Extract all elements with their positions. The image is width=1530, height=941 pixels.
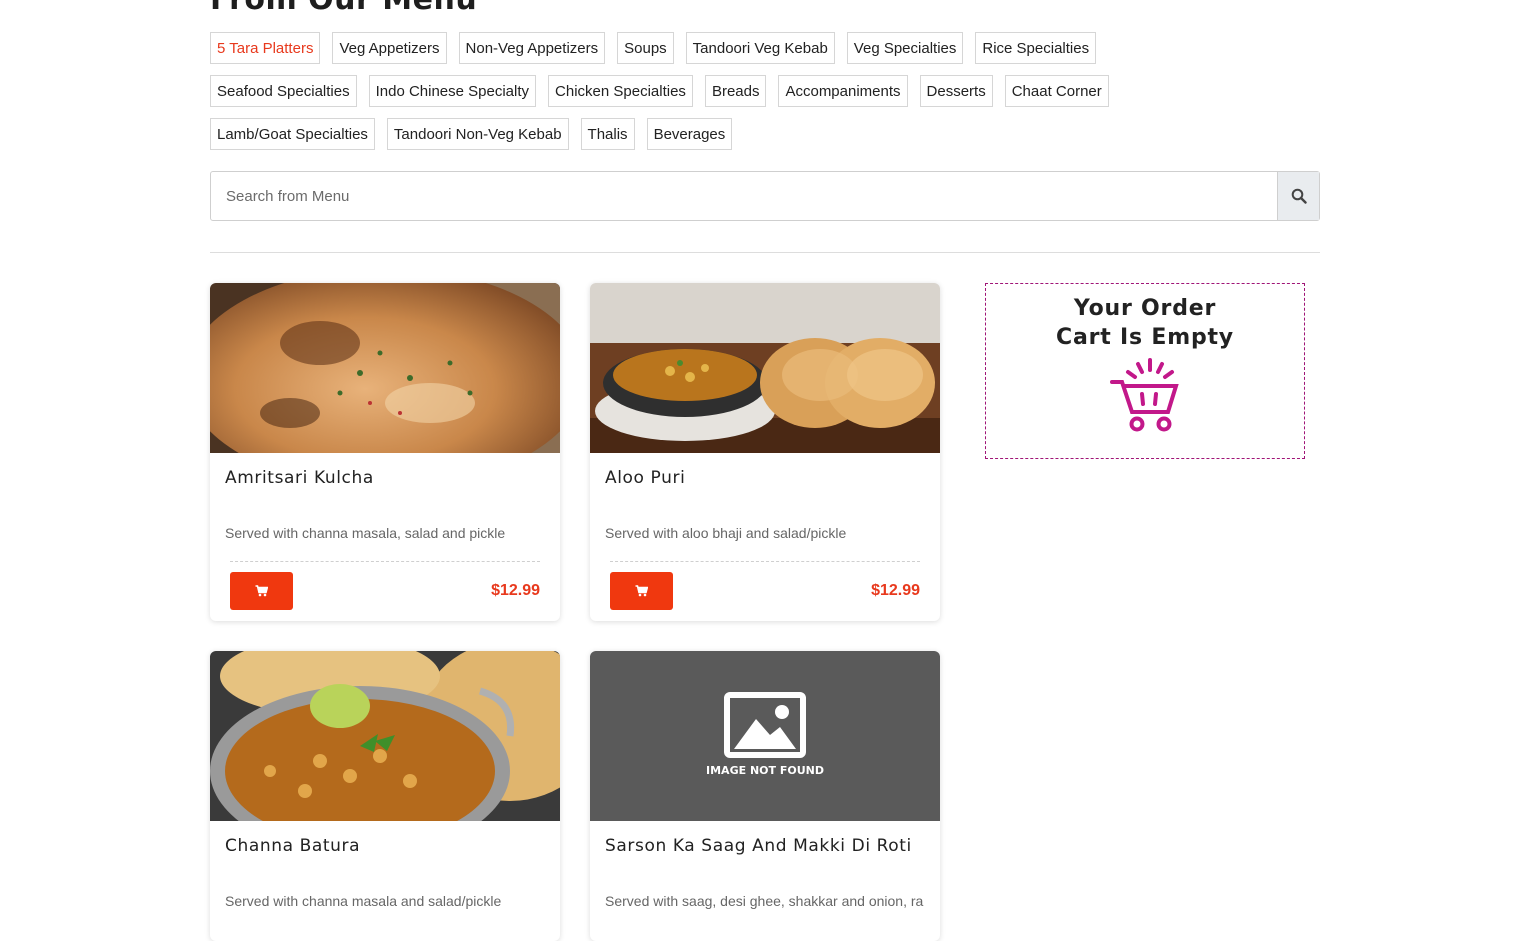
category-indo-chinese-specialty[interactable]: Indo Chinese Specialty: [368, 75, 537, 107]
menu-item-title: Aloo Puri: [605, 468, 686, 488]
category-tabs: 5 Tara Platters Veg Appetizers Non-Veg A…: [210, 32, 1320, 161]
add-to-cart-button[interactable]: [610, 572, 673, 610]
search-icon: [1291, 188, 1307, 204]
menu-item-price: $12.99: [871, 582, 920, 599]
category-row: Lamb/Goat Specialties Tandoori Non-Veg K…: [210, 118, 1320, 150]
category-rice-specialties[interactable]: Rice Specialties: [975, 32, 1097, 64]
menu-item-footer: $12.99: [610, 561, 920, 610]
shopping-basket-icon: [1110, 358, 1179, 432]
category-row: Seafood Specialties Indo Chinese Special…: [210, 75, 1320, 107]
image-not-found-placeholder[interactable]: [590, 651, 940, 821]
menu-item-title: Amritsari Kulcha: [225, 468, 374, 488]
category-thalis[interactable]: Thalis: [580, 118, 635, 150]
category-breads[interactable]: Breads: [704, 75, 767, 107]
search-input[interactable]: [211, 172, 1277, 220]
category-seafood-specialties[interactable]: Seafood Specialties: [210, 75, 357, 107]
menu-search: [210, 171, 1320, 221]
menu-item-card: Channa Batura Served with channa masala …: [210, 651, 560, 941]
category-lamb-goat-specialties[interactable]: Lamb/Goat Specialties: [210, 118, 375, 150]
menu-item-description: Served with channa masala, salad and pic…: [225, 525, 506, 541]
category-tandoori-veg-kebab[interactable]: Tandoori Veg Kebab: [685, 32, 835, 64]
menu-item-card: IMAGE NOT FOUND Sarson Ka Saag And Makki…: [590, 651, 940, 941]
category-soups[interactable]: Soups: [617, 32, 674, 64]
category-tandoori-non-veg-kebab[interactable]: Tandoori Non-Veg Kebab: [386, 118, 569, 150]
category-accompaniments[interactable]: Accompaniments: [778, 75, 908, 107]
order-cart-panel: Your Order Cart Is Empty: [985, 283, 1305, 459]
menu-item-card: Aloo Puri Served with aloo bhaji and sal…: [590, 283, 940, 621]
category-desserts[interactable]: Desserts: [919, 75, 993, 107]
menu-item-card: Amritsari Kulcha Served with channa masa…: [210, 283, 560, 621]
category-beverages[interactable]: Beverages: [646, 118, 733, 150]
menu-item-description: Served with channa masala and salad/pick…: [225, 893, 502, 909]
cart-empty-text: Cart Is Empty: [1056, 325, 1234, 350]
section-divider: [210, 252, 1320, 253]
cart-icon: [255, 585, 268, 597]
category-row: 5 Tara Platters Veg Appetizers Non-Veg A…: [210, 32, 1320, 64]
menu-item-description: Served with aloo bhaji and salad/pickle: [605, 525, 847, 541]
image-not-found-text: IMAGE NOT FOUND: [706, 764, 824, 777]
cart-icon: [635, 585, 648, 597]
page-heading: From Our Menu: [210, 0, 477, 17]
menu-item-price: $12.99: [491, 582, 540, 599]
category-veg-specialties[interactable]: Veg Specialties: [846, 32, 964, 64]
menu-item-title: Sarson Ka Saag And Makki Di Roti: [605, 836, 912, 856]
aloo-puri-image[interactable]: [590, 283, 940, 453]
category-veg-appetizers[interactable]: Veg Appetizers: [332, 32, 447, 64]
menu-item-footer: $12.99: [230, 561, 540, 610]
channa-batura-image[interactable]: [210, 651, 560, 821]
category-chicken-specialties[interactable]: Chicken Specialties: [548, 75, 693, 107]
order-title: Your Order: [1073, 296, 1217, 321]
category-chaat-corner[interactable]: Chaat Corner: [1004, 75, 1109, 107]
add-to-cart-button[interactable]: [230, 572, 293, 610]
category-non-veg-appetizers[interactable]: Non-Veg Appetizers: [458, 32, 606, 64]
amritsari-kulcha-image[interactable]: [210, 283, 560, 453]
category-5-tara-platters[interactable]: 5 Tara Platters: [210, 32, 321, 64]
search-button[interactable]: [1277, 172, 1319, 220]
menu-item-title: Channa Batura: [225, 836, 361, 856]
menu-item-description: Served with saag, desi ghee, shakkar and…: [605, 893, 924, 909]
